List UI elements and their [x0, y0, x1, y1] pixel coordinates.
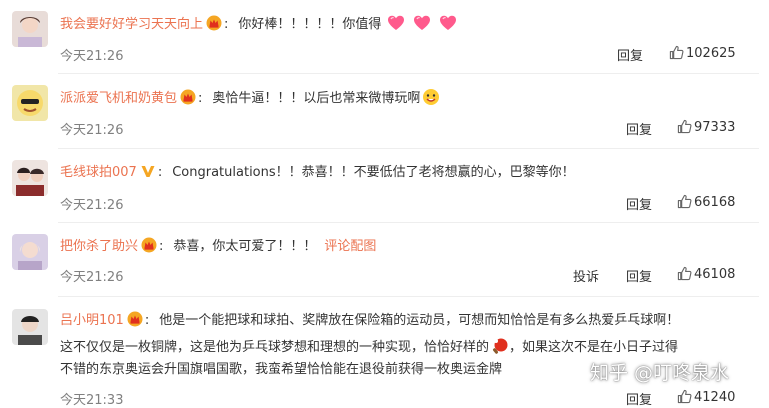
- comment-text: 恭喜，你太可爱了！！！: [173, 239, 317, 254]
- username-link[interactable]: 毛线球拍007: [60, 165, 137, 180]
- vip-crown-icon: [141, 237, 157, 253]
- username-link[interactable]: 派派爱飞机和奶黄包: [60, 91, 177, 106]
- avatar[interactable]: [12, 160, 48, 196]
- reply-button[interactable]: 回复: [626, 389, 652, 408]
- colon: :: [159, 239, 164, 254]
- like-button[interactable]: 46108: [677, 266, 735, 282]
- username-link[interactable]: 吕小明101: [60, 313, 124, 328]
- vip-crown-icon: [206, 15, 222, 31]
- smiley-emoji-icon: [423, 89, 440, 105]
- thumbs-up-icon: [677, 266, 692, 281]
- like-button[interactable]: 97333: [677, 119, 735, 135]
- timestamp: 今天21:26: [60, 198, 124, 213]
- comment-text: 你好棒！！！！！你值得: [238, 17, 382, 32]
- colon: :: [198, 91, 203, 106]
- heart-emoji-icon: [387, 14, 405, 32]
- comment-item: 我会要好好学习天天向上: 你好棒！！！！！你值得 今天21:26 回复 10262…: [0, 0, 769, 70]
- heart-emoji-icon: [439, 14, 457, 32]
- colon: :: [157, 165, 163, 180]
- comment-text: Congratulations！！恭喜！！不要低估了老将想赢的心，巴黎等你！: [172, 165, 575, 180]
- comment-text-line: 这不仅仅是一枚铜牌，这是他为乒乓球梦想和理想的一种实现，恰恰好样的: [60, 340, 490, 355]
- avatar[interactable]: [12, 11, 48, 47]
- comment-image-link[interactable]: 评论配图: [324, 239, 376, 254]
- thumbs-up-icon: [677, 194, 692, 209]
- avatar[interactable]: [12, 234, 48, 270]
- comment-item: 把你杀了助兴: 恭喜，你太可爱了！！！ 评论配图 今天21:26 投诉 回复 461…: [0, 223, 769, 293]
- like-button[interactable]: 102625: [669, 45, 736, 61]
- like-count: 97333: [694, 120, 736, 135]
- timestamp: 今天21:26: [60, 270, 124, 285]
- thumbs-up-icon: [669, 45, 684, 60]
- report-button[interactable]: 投诉: [573, 266, 599, 285]
- avatar[interactable]: [12, 309, 48, 345]
- comment-text: 奥恰牛逼！！！以后也常来微博玩啊: [212, 91, 421, 106]
- like-count: 46108: [694, 267, 736, 282]
- heart-emoji-icon: [413, 14, 431, 32]
- timestamp: 今天21:26: [60, 123, 124, 138]
- comment-text-line: ，如果这次不是在小日子过得: [509, 340, 679, 355]
- thumbs-up-icon: [677, 389, 692, 404]
- comment-text: 他是一个能把球和球拍、奖牌放在保险箱的运动员，可想而知恰恰是有多么热爱乒乓球啊！: [159, 313, 680, 328]
- username-link[interactable]: 我会要好好学习天天向上: [60, 17, 203, 32]
- reply-button[interactable]: 回复: [617, 45, 643, 64]
- comment-item: 吕小明101: 他是一个能把球和球拍、奖牌放在保险箱的运动员，可想而知恰恰是有多么…: [0, 297, 769, 408]
- like-button[interactable]: 66168: [677, 194, 735, 210]
- pingpong-emoji-icon: [492, 338, 508, 354]
- username-link[interactable]: 把你杀了助兴: [60, 239, 138, 254]
- v-badge-icon: [141, 166, 155, 177]
- avatar[interactable]: [12, 85, 48, 121]
- timestamp: 今天21:33: [60, 393, 124, 408]
- like-count: 66168: [694, 195, 736, 210]
- comment-text-line: 不错的东京奥运会升国旗唱国歌，我蛮希望恰恰能在退役前获得一枚奥运金牌: [60, 362, 503, 377]
- comment-item: 毛线球拍007: Congratulations！！恭喜！！不要低估了老将想赢的心…: [0, 149, 769, 219]
- colon: :: [144, 313, 150, 328]
- reply-button[interactable]: 回复: [626, 119, 652, 138]
- watermark: 知乎 @叮咚泉水: [590, 362, 730, 384]
- vip-crown-icon: [180, 89, 196, 105]
- like-count: 102625: [686, 46, 736, 61]
- thumbs-up-icon: [677, 119, 692, 134]
- reply-button[interactable]: 回复: [626, 194, 652, 213]
- reply-button[interactable]: 回复: [626, 266, 652, 285]
- vip-crown-icon: [127, 311, 143, 327]
- comment-item: 派派爱飞机和奶黄包: 奥恰牛逼！！！以后也常来微博玩啊 今天21:26 回复 97…: [0, 74, 769, 144]
- colon: :: [224, 17, 229, 32]
- timestamp: 今天21:26: [60, 49, 124, 64]
